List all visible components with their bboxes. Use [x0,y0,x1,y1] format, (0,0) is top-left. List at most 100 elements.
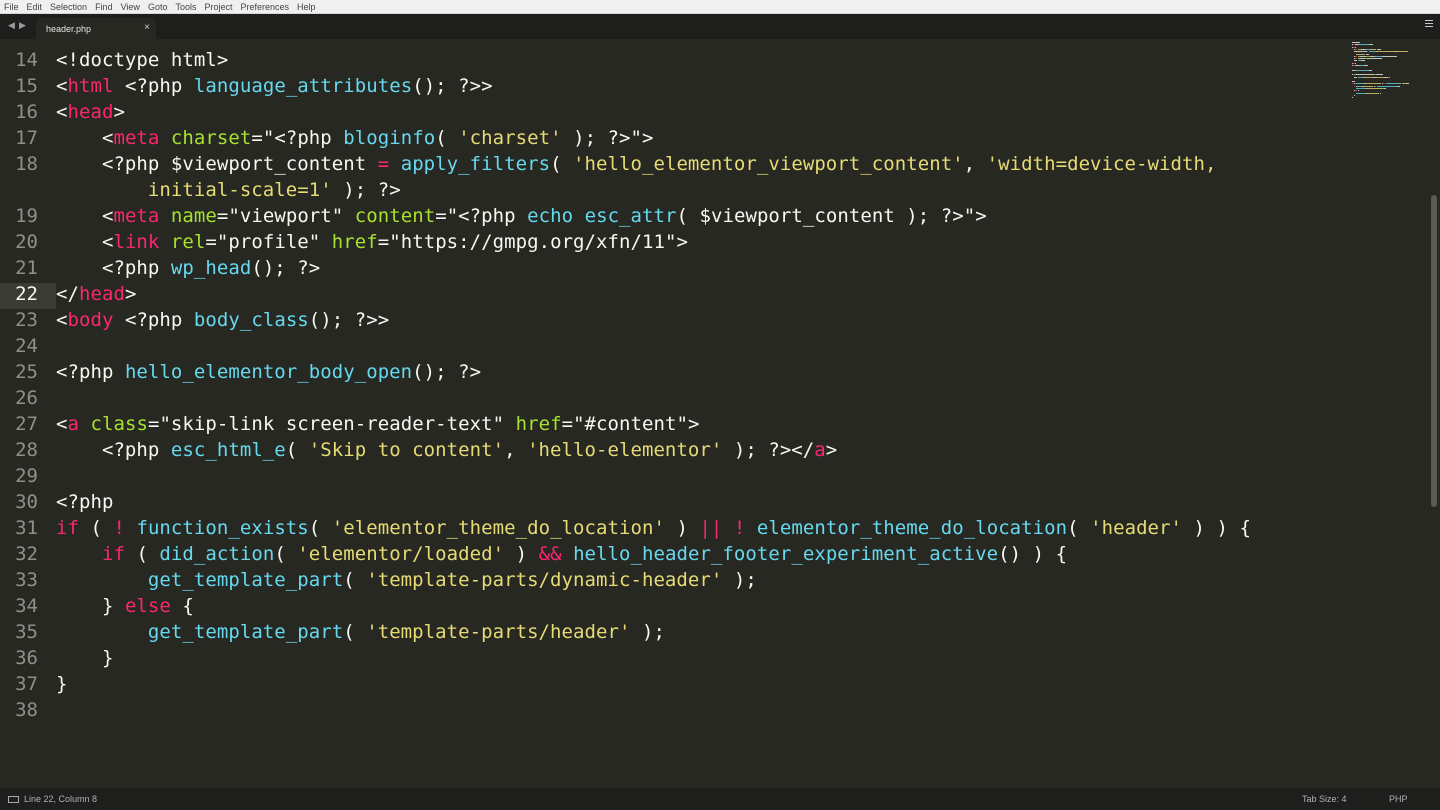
code-token: meta [113,127,160,149]
code-token: echo [527,205,574,227]
code-token: bloginfo [343,127,436,149]
hamburger-icon[interactable] [1425,20,1433,29]
nav-forward-icon[interactable]: ▶ [19,20,26,31]
code-token: ); [722,569,757,591]
code-token: ( [285,439,309,461]
minimap-stroke [1384,88,1386,89]
code-line[interactable]: <?php [56,489,113,515]
line-number: 24 [15,335,38,357]
code-token: html [67,75,114,97]
code-token: a [814,439,826,461]
code-token: charset [170,127,252,149]
code-token: rel [170,231,206,253]
line-number: 15 [15,75,38,97]
minimap-stroke [1366,88,1384,89]
line-number: 18 [15,153,38,175]
nav-back-icon[interactable]: ◀ [8,20,15,31]
code-line[interactable]: <head> [56,99,125,125]
code-token: head [78,283,125,305]
code-line[interactable]: <meta charset="<?php bloginfo( 'charset'… [56,125,654,151]
code-token: < [56,101,68,123]
menu-help[interactable]: Help [297,0,316,14]
tab-header-php[interactable]: header.php × [36,18,156,39]
code-token: < [56,231,114,253]
menu-preferences[interactable]: Preferences [240,0,289,14]
code-token: ); ?>"> [561,127,654,149]
code-token: link [113,231,160,253]
code-token: body_class [193,309,309,331]
menu-file[interactable]: File [4,0,19,14]
code-token: 'template-parts/dynamic-header' [366,569,723,591]
code-line[interactable]: <meta name="viewport" content="<?php ech… [56,203,987,229]
code-token: && [538,543,562,565]
code-line[interactable]: get_template_part( 'template-parts/heade… [56,619,665,645]
code-token: <?php [56,361,125,383]
menu-goto[interactable]: Goto [148,0,168,14]
code-token: content [354,205,436,227]
code-line[interactable]: </head> [56,281,136,307]
minimap-stroke [1354,51,1368,53]
code-token: ( [124,543,160,565]
code-token: class [90,413,148,435]
line-number: 17 [15,127,38,149]
minimap-stroke [1368,51,1376,53]
code-line[interactable]: <?php esc_html_e( 'Skip to content', 'he… [56,437,837,463]
menu-find[interactable]: Find [95,0,113,14]
code-line[interactable]: <?php $viewport_content = apply_filters(… [56,151,1216,177]
code-line[interactable]: if ( did_action( 'elementor/loaded' ) &&… [56,541,1067,567]
code-token: ); ?> [331,179,401,201]
code-line[interactable]: <?php wp_head(); ?> [56,255,320,281]
code-line[interactable]: } [56,671,68,697]
minimap[interactable] [1352,40,1428,104]
code-token: ( [343,569,367,591]
status-tab-size[interactable]: Tab Size: 4 [1302,794,1347,804]
scrollbar-thumb[interactable] [1431,195,1437,507]
code-token: ="https://gmpg.org/xfn/11"> [377,231,688,253]
status-syntax[interactable]: PHP [1389,794,1408,804]
code-token: ! [733,517,746,539]
code-token: get_template_part [147,621,344,643]
code-token: ) ) { [1182,517,1251,539]
minimap-stroke [1358,44,1370,46]
code-token: initial-scale=1' [56,179,332,201]
code-token: } [56,673,68,695]
menu-tools[interactable]: Tools [175,0,196,14]
line-number: 37 [15,673,38,695]
code-line[interactable]: <link rel="profile" href="https://gmpg.o… [56,229,688,255]
line-number: 38 [15,699,38,721]
code-line[interactable]: <a class="skip-link screen-reader-text" … [56,411,699,437]
console-icon[interactable] [8,796,19,803]
minimap-stroke [1385,83,1401,85]
code-line[interactable]: initial-scale=1' ); ?> [56,177,401,203]
code-line[interactable]: <body <?php body_class(); ?>> [56,307,389,333]
code-token: ! [113,517,125,539]
menu-project[interactable]: Project [204,0,232,14]
code-token: function_exists [136,517,309,539]
line-number: 35 [15,621,38,643]
code-token: ( [435,127,459,149]
code-token: head [67,101,114,123]
code-line[interactable]: <html <?php language_attributes(); ?>> [56,73,493,99]
code-line[interactable]: } [56,645,113,671]
code-token: </ [56,283,79,305]
menu-selection[interactable]: Selection [50,0,87,14]
close-icon[interactable]: × [144,22,150,33]
code-token: ); [630,621,665,643]
code-line[interactable]: get_template_part( 'template-parts/dynam… [56,567,757,593]
minimap-stroke [1356,74,1374,76]
menu-view[interactable]: View [121,0,140,14]
code-line[interactable]: <?php hello_elementor_body_open(); ?> [56,359,481,385]
code-token: ) [664,517,700,539]
code-editor[interactable]: 14 15 16 17 18 19 20 21 22 23 24 25 26 27 28 29 30 31 32 33… [0,39,1440,788]
code-line[interactable]: <!doctype html> [56,47,228,73]
menu-edit[interactable]: Edit [27,0,43,14]
minimap-stroke [1376,51,1396,53]
code-token: (); ?> [412,361,482,383]
code-line[interactable]: } else { [56,593,194,619]
code-line[interactable]: if ( ! function_exists( 'elementor_theme… [56,515,1251,541]
code-token: meta [113,205,160,227]
